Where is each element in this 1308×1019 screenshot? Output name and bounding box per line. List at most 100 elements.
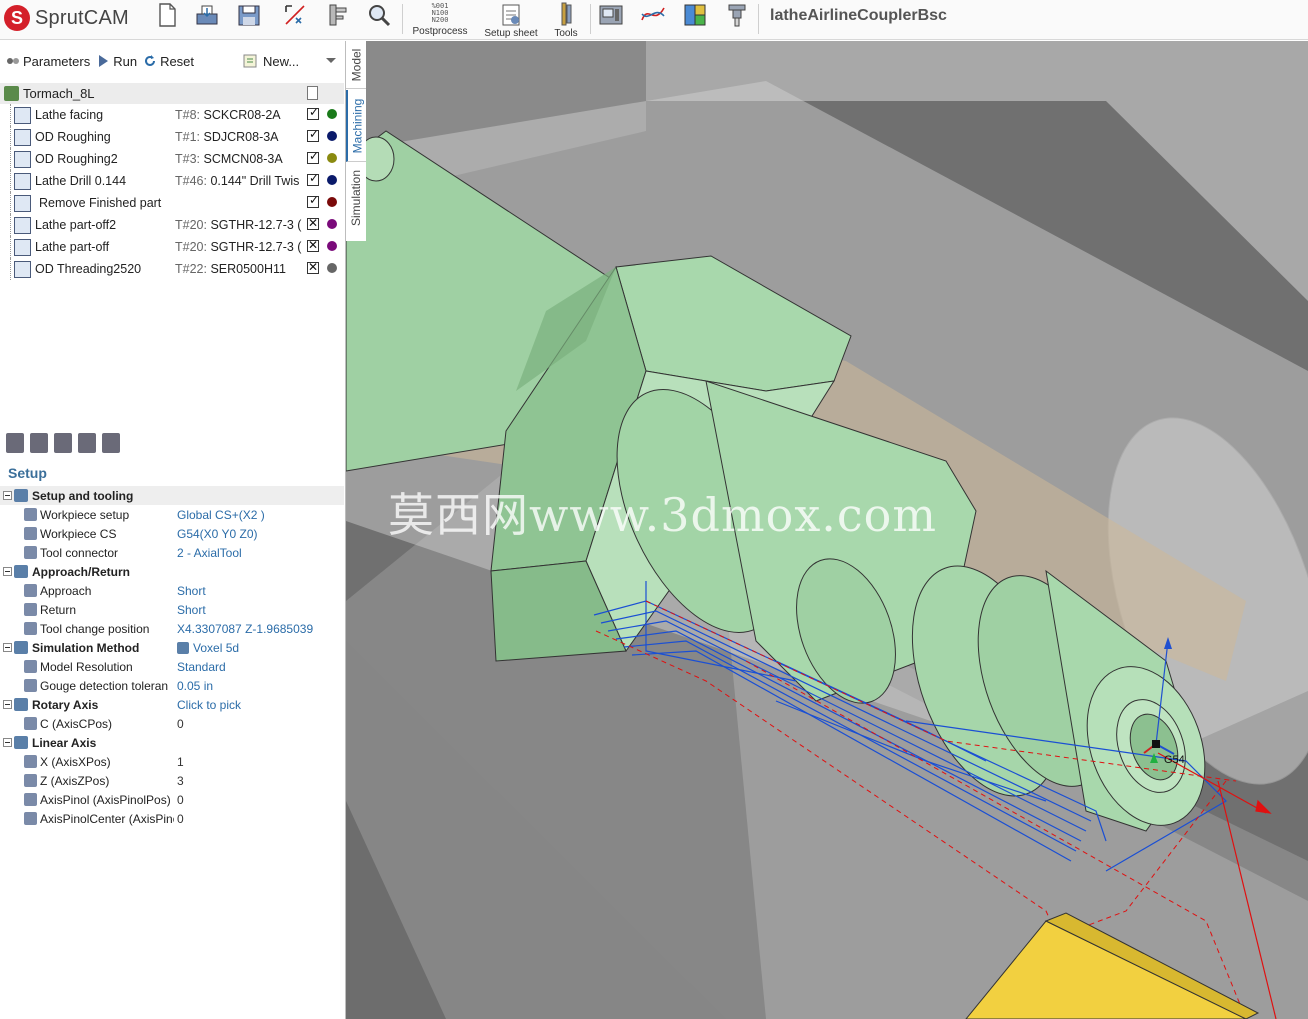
machine-root-node[interactable]: Tormach_8L [0,83,344,104]
tab-simulation[interactable]: Simulation [346,163,366,233]
operation-color-swatch[interactable] [327,263,337,273]
property-row[interactable]: Workpiece setup Global CS+(X2 ) [0,505,344,524]
operation-row[interactable]: Lathe part-off2 T#20: SGTHR-12.7-3 ( [0,214,344,236]
operation-enable-checkbox[interactable] [307,238,319,252]
operation-color-swatch[interactable] [327,241,337,251]
operation-color-swatch[interactable] [327,175,337,185]
collapse-toggle-icon[interactable] [3,567,12,576]
operation-row[interactable]: OD Roughing2 T#3: SCMCN08-3A [0,148,344,170]
property-row[interactable]: Z (AxisZPos) 3 [0,771,344,790]
zoom-button[interactable] [366,0,392,40]
play-icon [99,55,109,67]
property-group[interactable]: Simulation Method Voxel 5d [0,638,344,657]
tools-button[interactable]: Tools [548,0,584,40]
tab-machining[interactable]: Machining [346,90,366,162]
property-value[interactable]: 3 [177,774,184,788]
property-value[interactable]: 0.05 in [177,679,213,693]
tool-name: SER0500H11 [210,262,286,276]
property-row[interactable]: Gouge detection toleran 0.05 in [0,676,344,695]
operation-enable-checkbox[interactable] [307,216,319,230]
curves-button[interactable] [640,0,666,40]
property-value[interactable]: Standard [177,660,226,674]
run-button[interactable]: Run [96,54,137,69]
property-row[interactable]: Model Resolution Standard [0,657,344,676]
operation-row[interactable]: Lathe part-off T#20: SGTHR-12.7-3 ( [0,236,344,258]
property-value[interactable]: 0 [177,717,184,731]
colors-button[interactable] [682,0,708,40]
operation-tool: T#8: SCKCR08-2A [175,108,303,122]
property-group[interactable]: Linear Axis [0,733,344,752]
setup-sheet-button[interactable]: Setup sheet [480,0,542,40]
property-value[interactable]: X4.3307087 Z-1.9685039 [177,622,313,636]
tool-holder-button[interactable] [724,0,750,40]
tab-model[interactable]: Model [346,41,366,89]
tree-guide-line [10,170,11,192]
setup-icon[interactable] [6,433,24,453]
property-row[interactable]: AxisPinolCenter (AxisPinolCenterPos)0 [0,809,344,828]
tool-number: T#8: [175,108,201,122]
open-button[interactable] [194,0,220,40]
operation-color-swatch[interactable] [327,197,337,207]
collapse-toggle-icon[interactable] [3,738,12,747]
part-icon[interactable] [78,433,96,453]
side-tabs: Model Machining Simulation [346,41,366,241]
parameters-button[interactable]: Parameters [6,54,90,69]
property-value[interactable]: Short [177,603,206,617]
collapse-toggle-icon[interactable] [3,643,12,652]
property-row[interactable]: AxisPinol (AxisPinolPos) 0 [0,790,344,809]
operation-color-swatch[interactable] [327,131,337,141]
property-row[interactable]: Return Short [0,600,344,619]
property-row[interactable]: Tool change position X4.3307087 Z-1.96850… [0,619,344,638]
reset-button[interactable]: Reset [143,54,194,69]
property-value[interactable]: 0 [177,812,184,826]
property-value[interactable]: 1 [177,755,184,769]
property-row[interactable]: C (AxisCPos) 0 [0,714,344,733]
operation-row[interactable]: OD Threading2520 T#22: SER0500H11 [0,258,344,280]
property-icon [24,584,37,597]
operation-enable-checkbox[interactable] [307,171,319,186]
operation-name: OD Roughing2 [35,152,118,166]
operation-row[interactable]: OD Roughing T#1: SDJCR08-3A [0,126,344,148]
operation-enable-checkbox[interactable] [307,260,319,274]
operation-color-swatch[interactable] [327,109,337,119]
postprocess-button[interactable]: %001 N100 N200 Postprocess [408,0,472,40]
operation-enable-checkbox[interactable] [307,149,319,164]
operation-row[interactable]: Remove Finished part [0,192,344,214]
setup-properties: Setup and tooling Workpiece setup Global C… [0,486,344,828]
property-value[interactable]: Global CS+(X2 ) [177,508,265,522]
property-value[interactable]: 2 - AxialTool [177,546,242,560]
property-row[interactable]: X (AxisXPos) 1 [0,752,344,771]
collapse-toggle-icon[interactable] [3,491,12,500]
save-button[interactable] [236,0,262,40]
group-value[interactable]: Voxel 5d [177,641,239,655]
operation-enable-checkbox[interactable] [307,193,319,208]
new-project-button[interactable] [154,0,180,40]
measure-button[interactable] [324,0,350,40]
machine-button[interactable] [598,0,624,40]
property-value[interactable]: 0 [177,793,184,807]
operation-enable-checkbox[interactable] [307,127,319,142]
group-value[interactable]: Click to pick [177,698,241,712]
property-row[interactable]: Workpiece CS G54(X0 Y0 Z0) [0,524,344,543]
3d-viewport[interactable]: 莫西网www.3dmox.com G54 [346,41,1308,1019]
transform-button[interactable] [282,0,308,40]
operation-row[interactable]: Lathe Drill 0.144 T#46: 0.144" Drill Twis [0,170,344,192]
collapse-toggle-icon[interactable] [3,700,12,709]
operation-color-swatch[interactable] [327,153,337,163]
property-row[interactable]: Approach Short [0,581,344,600]
property-value[interactable]: G54(X0 Y0 Z0) [177,527,257,541]
operation-row[interactable]: Lathe facing T#8: SCKCR08-2A [0,104,344,126]
tool-path-icon[interactable] [30,433,48,453]
chevron-down-icon[interactable] [326,58,336,63]
stock-icon[interactable] [54,433,72,453]
fixture-icon[interactable] [102,433,120,453]
operation-enable-checkbox[interactable] [307,105,319,120]
property-value[interactable]: Short [177,584,206,598]
operation-color-swatch[interactable] [327,219,337,229]
property-group[interactable]: Rotary Axis Click to pick [0,695,344,714]
property-row[interactable]: Tool connector 2 - AxialTool [0,543,344,562]
property-group[interactable]: Setup and tooling [0,486,344,505]
new-operation-button[interactable]: New... [242,54,299,69]
document-icon[interactable] [307,86,318,100]
property-group[interactable]: Approach/Return [0,562,344,581]
